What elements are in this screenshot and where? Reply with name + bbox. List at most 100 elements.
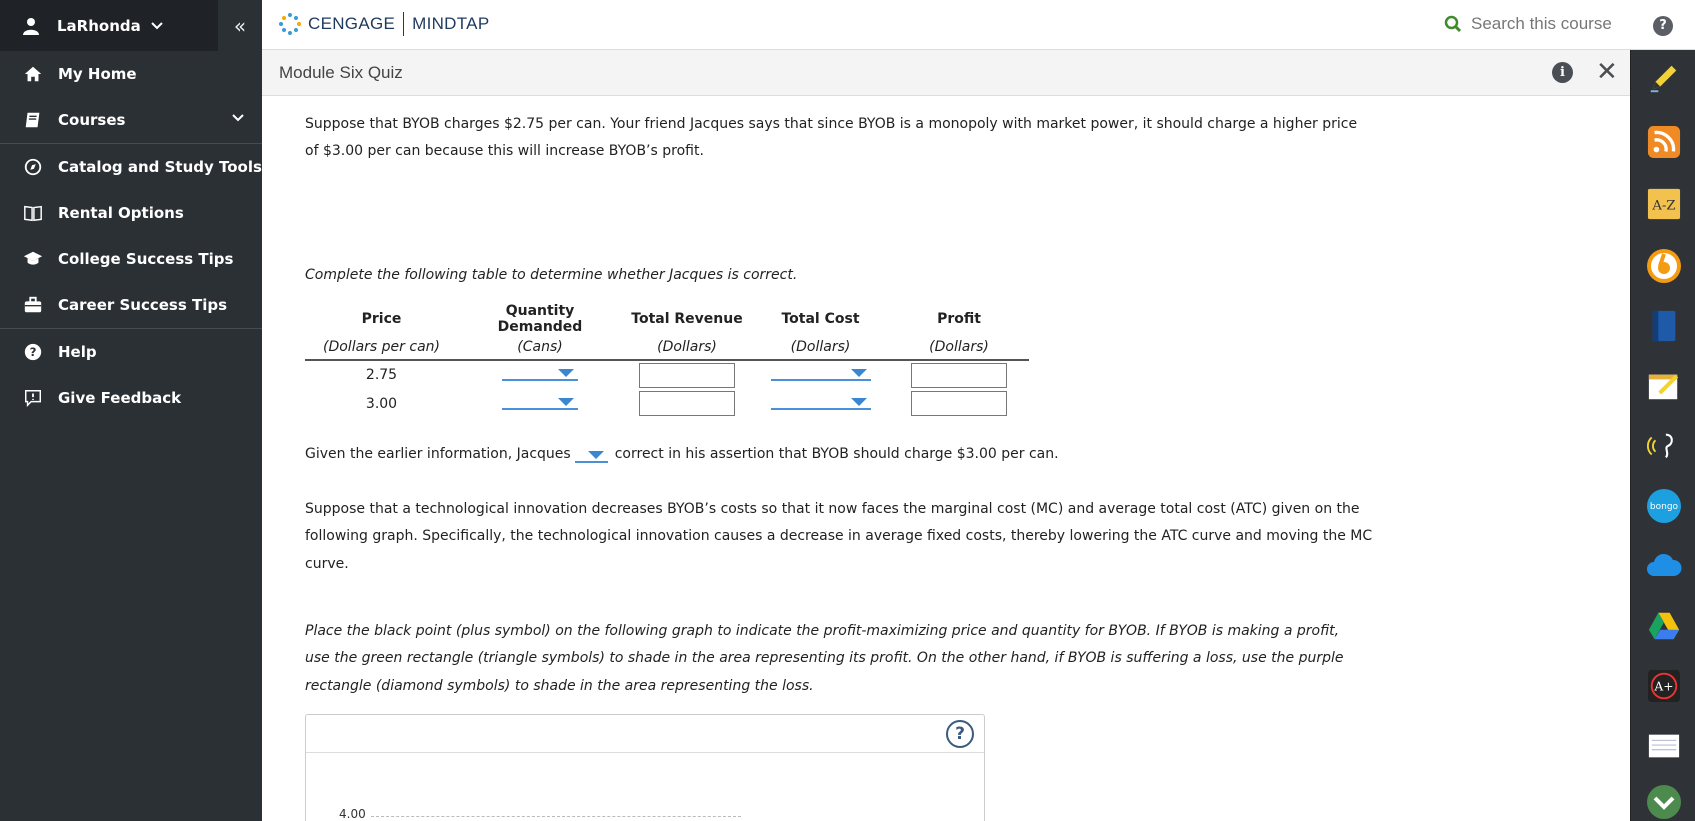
- dictionary-book-icon[interactable]: [1646, 308, 1682, 344]
- dropdown-arrow-icon[interactable]: [502, 394, 578, 410]
- col-header-cost: Total Cost: [781, 311, 860, 327]
- aplus-icon[interactable]: A+: [1646, 668, 1682, 704]
- page-title: Module Six Quiz: [279, 63, 403, 82]
- graph-tool: ? 4.00: [305, 714, 985, 821]
- assertion-before: Given the earlier information, Jacques: [305, 446, 571, 462]
- audio-icon[interactable]: [1646, 428, 1682, 464]
- sidebar-item-my-home[interactable]: My Home: [0, 51, 262, 97]
- profit-table: Price Quantity Demanded Total Revenue To…: [305, 303, 1029, 418]
- sidebar-item-label: College Success Tips: [58, 250, 234, 268]
- collapse-sidebar-button[interactable]: «: [218, 0, 262, 51]
- sidebar-item-label: Career Success Tips: [58, 296, 228, 314]
- atoz-label: A-Z: [1651, 199, 1675, 214]
- user-menu[interactable]: LaRhonda: [0, 0, 218, 51]
- innovation-line-3: curve.: [305, 556, 349, 572]
- col-header-quantity: Quantity Demanded: [497, 303, 583, 335]
- profit-cell: [889, 360, 1029, 389]
- activity-header: Module Six Quiz i ✕: [262, 50, 1630, 96]
- graph-tool-header: ?: [306, 715, 984, 753]
- google-drive-icon[interactable]: [1646, 608, 1682, 644]
- sidebar-item-label: Courses: [58, 111, 126, 129]
- bongo-icon[interactable]: bongo: [1646, 488, 1682, 524]
- intro-line-2: of $3.00 per can because this will incre…: [305, 143, 704, 159]
- double-chevron-left-icon: «: [233, 13, 247, 38]
- innovation-line-1: Suppose that a technological innovation …: [305, 501, 1360, 517]
- rss-icon[interactable]: [1646, 124, 1682, 160]
- expand-down-icon[interactable]: [1646, 784, 1682, 820]
- brand-mindtap: MINDTAP: [412, 14, 490, 33]
- cengage-logo-icon: [279, 13, 301, 35]
- notepad-icon[interactable]: [1646, 728, 1682, 764]
- sidebar-item-help[interactable]: ? Help: [0, 329, 262, 375]
- search-input[interactable]: Search this course: [1471, 14, 1612, 34]
- cengage-mindtap-logo[interactable]: CENGAGE MINDTAP: [278, 12, 489, 36]
- open-book-icon: [22, 202, 44, 224]
- sidebar-item-courses[interactable]: Courses: [0, 97, 262, 143]
- price-cell: 2.75: [365, 367, 398, 383]
- col-header-price: Price: [361, 311, 402, 327]
- revenue-input[interactable]: [639, 362, 735, 388]
- person-icon: [23, 17, 39, 35]
- assertion-sentence: Given the earlier information, Jacques c…: [305, 441, 1059, 469]
- user-name: LaRhonda: [57, 16, 141, 35]
- sidebar-item-college-tips[interactable]: College Success Tips: [0, 236, 262, 282]
- revenue-cell: [622, 360, 752, 389]
- profit-cell: [889, 389, 1029, 418]
- col-unit-quantity: (Cans): [458, 335, 622, 361]
- table-row: 2.75: [305, 360, 1029, 389]
- top-bar: CENGAGE MINDTAP Search this course ?: [262, 0, 1695, 50]
- graduation-cap-icon: [22, 248, 44, 270]
- col-unit-revenue: (Dollars): [622, 335, 752, 361]
- course-search[interactable]: Search this course: [1444, 14, 1612, 34]
- chevron-down-icon: [151, 21, 163, 29]
- assertion-dropdown[interactable]: [574, 447, 608, 463]
- sidebar-item-label: Help: [58, 343, 97, 361]
- dropdown-arrow-icon[interactable]: [502, 365, 578, 381]
- notes-icon[interactable]: [1646, 368, 1682, 404]
- revenue-input[interactable]: [639, 391, 735, 416]
- question-circle-icon: ?: [22, 341, 44, 363]
- help-button[interactable]: ?: [1653, 16, 1673, 36]
- readspeaker-icon[interactable]: [1646, 248, 1682, 284]
- sidebar-item-label: Catalog and Study Tools: [58, 158, 262, 176]
- table-units-row: (Dollars per can) (Cans) (Dollars) (Doll…: [305, 335, 1029, 361]
- aplus-label: A+: [1653, 680, 1673, 694]
- sidebar-item-label: Rental Options: [58, 204, 184, 222]
- graph-help-button[interactable]: ?: [946, 720, 974, 748]
- profit-input[interactable]: [911, 362, 1007, 388]
- question-content: Suppose that BYOB charges $2.75 per can.…: [262, 96, 1630, 821]
- table-instruction: Complete the following table to determin…: [305, 267, 798, 283]
- dropdown-arrow-icon[interactable]: [770, 365, 871, 381]
- table-header-row: Price Quantity Demanded Total Revenue To…: [305, 303, 1029, 335]
- book-icon: [22, 109, 44, 131]
- col-header-revenue: Total Revenue: [631, 311, 743, 327]
- brand-cengage: CENGAGE: [308, 14, 396, 33]
- profit-input[interactable]: [911, 391, 1007, 416]
- cloud-icon[interactable]: [1646, 548, 1682, 584]
- assertion-after: correct in his assertion that BYOB shoul…: [614, 446, 1059, 462]
- chevron-down-icon: [232, 114, 244, 122]
- quantity-dropdown[interactable]: [458, 360, 622, 389]
- revenue-cell: [622, 389, 752, 418]
- bongo-label: bongo: [1650, 502, 1679, 512]
- a-to-z-icon[interactable]: A-Z: [1646, 186, 1682, 222]
- info-button[interactable]: i: [1552, 62, 1573, 83]
- pencil-icon[interactable]: [1646, 60, 1682, 96]
- brand-divider: [403, 12, 405, 36]
- sidebar-item-label: Give Feedback: [58, 389, 182, 407]
- close-button[interactable]: ✕: [1596, 57, 1618, 87]
- feedback-icon: [22, 387, 44, 409]
- sidebar-item-rental[interactable]: Rental Options: [0, 190, 262, 236]
- home-icon: [22, 63, 44, 85]
- dropdown-arrow-icon[interactable]: [770, 394, 871, 410]
- price-cell: 3.00: [365, 395, 398, 412]
- col-unit-profit: (Dollars): [889, 335, 1029, 361]
- innovation-line-2: following graph. Specifically, the techn…: [305, 528, 1373, 544]
- y-tick-label: 4.00: [339, 807, 366, 821]
- sidebar-item-career-tips[interactable]: Career Success Tips: [0, 282, 262, 328]
- cost-dropdown[interactable]: [752, 360, 889, 389]
- cost-dropdown[interactable]: [752, 389, 889, 418]
- quantity-dropdown[interactable]: [458, 389, 622, 418]
- sidebar-item-catalog[interactable]: Catalog and Study Tools: [0, 144, 262, 190]
- sidebar-item-feedback[interactable]: Give Feedback: [0, 375, 262, 421]
